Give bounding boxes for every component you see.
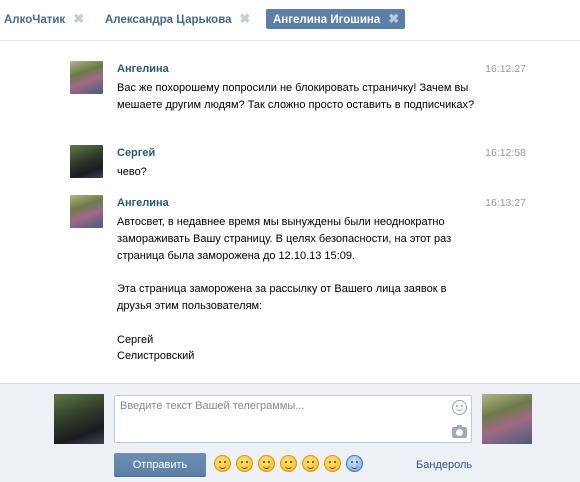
close-icon[interactable]: ✖ — [73, 9, 84, 29]
parcel-link[interactable]: Бандероль — [416, 459, 472, 471]
message-text: чево? — [117, 166, 147, 178]
message-time: 16:12:58 — [485, 147, 526, 159]
tab-label: Ангелина Игошина — [273, 14, 381, 26]
fear-emoji-icon[interactable] — [346, 455, 363, 472]
my-avatar[interactable] — [54, 394, 104, 444]
message-time: 16:12:27 — [485, 63, 526, 75]
grin-emoji-icon[interactable] — [236, 455, 253, 472]
tab-label: Александра Царькова — [105, 14, 232, 26]
worried-emoji-icon[interactable] — [324, 455, 341, 472]
message-item: Ангелина 16:12:27 Вас же похорошему попр… — [70, 61, 540, 133]
close-icon[interactable]: ✖ — [388, 9, 399, 29]
message-text: Автосвет, в недавнее время мы вынуждены … — [117, 216, 452, 363]
tab-label: АлкоЧатик — [4, 14, 66, 26]
dialog-tabs: АлкоЧатик ✖ Александра Царькова ✖ Ангелина… — [0, 0, 580, 41]
message-composer: Введите текст Вашей телеграммы... Отправ… — [0, 383, 580, 482]
avatar[interactable] — [70, 145, 103, 178]
camera-icon[interactable] — [452, 425, 467, 438]
laughing-emoji-icon[interactable] — [214, 455, 231, 472]
message-author[interactable]: Ангелина — [117, 197, 169, 209]
message-item: Ангелина 16:13:27 Автосвет, в недавнее в… — [70, 195, 540, 375]
message-time: 16:13:27 — [485, 197, 526, 209]
tab-aleksandra-tsarkova[interactable]: Александра Царькова ✖ — [101, 9, 254, 29]
smile-emoji-icon[interactable] — [280, 455, 297, 472]
tab-angelina-igoshina[interactable]: Ангелина Игошина ✖ — [266, 9, 406, 29]
peer-avatar[interactable] — [482, 394, 532, 444]
input-placeholder: Введите текст Вашей телеграммы... — [120, 400, 305, 412]
shock-emoji-icon[interactable] — [302, 455, 319, 472]
message-author[interactable]: Сергей — [117, 147, 155, 159]
message-author[interactable]: Ангелина — [117, 63, 169, 75]
emoji-bar — [214, 455, 368, 472]
avatar[interactable] — [70, 61, 103, 94]
close-icon[interactable]: ✖ — [240, 9, 251, 29]
smile-icon[interactable] — [452, 400, 467, 415]
message-item: Сергей 16:12:58 чево? — [70, 145, 540, 185]
message-history[interactable]: Ангелина 16:12:27 Вас же похорошему попр… — [0, 41, 580, 383]
message-input[interactable]: Введите текст Вашей телеграммы... — [114, 395, 472, 443]
send-button[interactable]: Отправить — [114, 453, 206, 477]
avatar[interactable] — [70, 195, 103, 228]
kiss-emoji-icon[interactable] — [258, 455, 275, 472]
tab-alkochatik[interactable]: АлкоЧатик ✖ — [0, 9, 88, 29]
message-text: Вас же похорошему попросили не блокирова… — [117, 82, 475, 111]
